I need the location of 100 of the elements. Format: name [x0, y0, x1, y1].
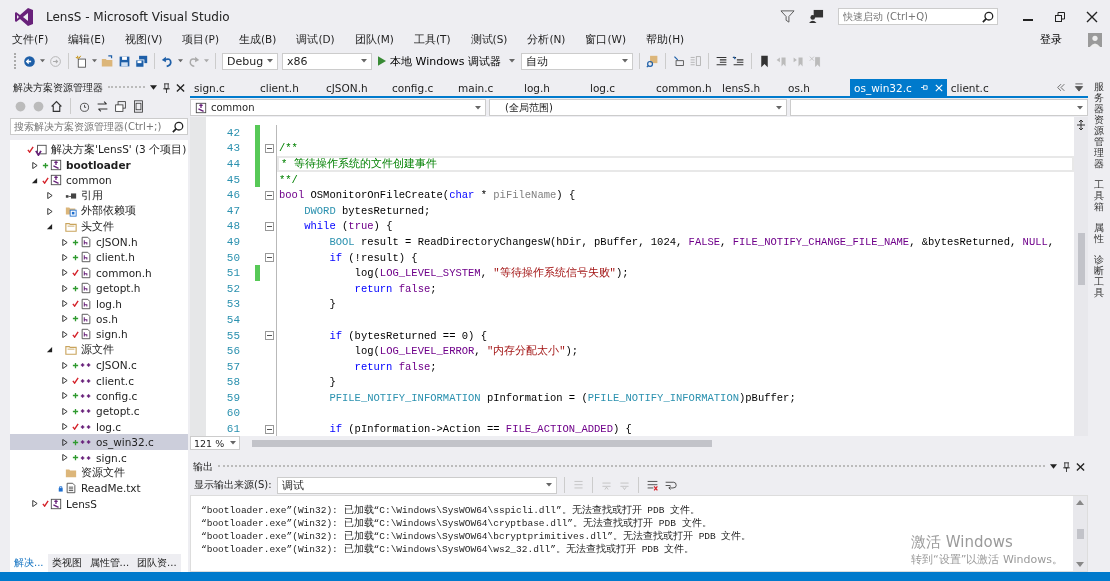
configuration-dropdown[interactable]: Debug	[222, 52, 278, 70]
tree-item[interactable]: LensS	[10, 496, 188, 512]
menu-item[interactable]: 文件(F)	[12, 33, 49, 47]
close-icon[interactable]	[1086, 10, 1098, 23]
menu-item[interactable]: 视图(V)	[125, 33, 163, 47]
clear-all-icon[interactable]	[645, 478, 659, 492]
search-field[interactable]: 搜索解决方案资源管理器(Ctrl+;)	[10, 118, 188, 135]
comment-lines-icon[interactable]	[715, 54, 729, 68]
close-icon[interactable]	[176, 82, 185, 93]
document-tab[interactable]: lensS.h	[718, 79, 784, 96]
undo-icon[interactable]	[161, 54, 174, 68]
tree-item[interactable]: client.h	[10, 249, 188, 266]
tree-item[interactable]: 资源文件	[10, 465, 188, 481]
pin-icon[interactable]	[1062, 461, 1071, 472]
home-icon[interactable]	[50, 99, 63, 113]
show-all-files-icon[interactable]	[132, 99, 145, 113]
document-tab[interactable]: log.c	[586, 79, 652, 96]
document-tab[interactable]: cJSON.h	[322, 79, 388, 96]
scroll-thumb[interactable]	[1076, 528, 1084, 539]
collapse-icon[interactable]	[265, 424, 274, 434]
zoom-dropdown[interactable]: 121 %	[190, 436, 240, 450]
scroll-up-icon[interactable]	[1076, 500, 1084, 505]
tree-item[interactable]: 引用	[10, 188, 188, 204]
menu-item[interactable]: 编辑(E)	[68, 33, 106, 47]
tree-item[interactable]: sign.h	[10, 326, 188, 343]
sync-icon[interactable]	[96, 99, 109, 113]
filter-icon[interactable]	[780, 9, 795, 24]
side-tab[interactable]: 服务器资源管理器	[1094, 81, 1104, 169]
uncomment-lines-icon[interactable]	[732, 54, 746, 68]
quick-launch-field[interactable]: 快速启动 (Ctrl+Q)	[838, 8, 998, 25]
folder-icon[interactable]	[101, 54, 114, 68]
split-icon[interactable]	[1076, 119, 1086, 131]
side-tab[interactable]: 诊断工具	[1094, 254, 1104, 298]
document-tab[interactable]: main.c	[454, 79, 520, 96]
run-mode-dropdown[interactable]: 自动	[521, 52, 634, 70]
collapse-icon[interactable]	[265, 143, 274, 153]
pin-icon[interactable]	[162, 82, 171, 93]
document-tab[interactable]: log.h	[520, 79, 586, 96]
tree-item[interactable]: getopt.h	[10, 280, 188, 296]
start-debugging-button[interactable]: 本地 Windows 调试器	[376, 53, 518, 69]
vertical-scrollbar[interactable]	[1074, 117, 1088, 436]
dropdown-caret-icon[interactable]	[150, 85, 157, 90]
menu-item[interactable]: 分析(N)	[527, 33, 566, 47]
expanded-arrow-icon[interactable]	[46, 346, 53, 354]
document-tab[interactable]: client.c	[946, 79, 1013, 96]
document-tab[interactable]: sign.c	[190, 79, 256, 96]
tree-item[interactable]: os_win32.c	[10, 434, 188, 450]
document-tab[interactable]: client.h	[256, 79, 322, 96]
menu-item[interactable]: 工具(T)	[413, 33, 451, 47]
tree-item[interactable]: getopt.c	[10, 403, 188, 420]
tree-item[interactable]: log.c	[10, 419, 188, 435]
tree-item[interactable]: bootloader	[10, 157, 188, 173]
tree-item[interactable]: 外部依赖项	[10, 203, 188, 219]
tree-item[interactable]: config.c	[10, 388, 188, 404]
scroll-down-icon[interactable]	[1076, 562, 1084, 567]
tree-item[interactable]: 解决方案'LensS' (3 个项目)	[10, 142, 188, 158]
document-tab[interactable]: common.h	[652, 79, 718, 96]
tree-item[interactable]: sign.c	[10, 449, 188, 466]
save-all-icon[interactable]	[135, 54, 148, 68]
menu-item[interactable]: 测试(S)	[470, 33, 508, 47]
menu-item[interactable]: 项目(P)	[182, 33, 219, 47]
expanded-arrow-icon[interactable]	[46, 223, 53, 231]
tab-list-icon[interactable]	[1074, 83, 1084, 92]
scroll-thumb[interactable]	[1077, 233, 1085, 285]
expanded-arrow-icon[interactable]	[31, 176, 38, 184]
output-source-dropdown[interactable]: 调试	[276, 476, 557, 494]
collapse-icon[interactable]	[114, 99, 127, 113]
collapsed-arrow-icon[interactable]	[31, 500, 38, 508]
menu-item[interactable]: 调试(D)	[296, 33, 335, 47]
collapse-icon[interactable]	[265, 331, 274, 340]
dropdown-caret-icon[interactable]	[1050, 464, 1057, 469]
scroll-tabs-icon[interactable]	[1056, 83, 1066, 92]
project-dropdown[interactable]: common	[190, 99, 486, 116]
document-tab[interactable]: os.h	[784, 79, 850, 96]
platform-dropdown[interactable]: x86	[282, 52, 372, 70]
tree-item[interactable]: 头文件	[10, 218, 188, 235]
collapsed-arrow-icon[interactable]	[61, 454, 68, 461]
menu-item[interactable]: 窗口(W)	[585, 33, 627, 47]
tree-item[interactable]: log.h	[10, 295, 188, 312]
restore-icon[interactable]	[1054, 10, 1066, 23]
side-tab[interactable]: 工具箱	[1094, 179, 1104, 212]
collapsed-arrow-icon[interactable]	[31, 161, 38, 169]
menu-item[interactable]: 团队(M)	[354, 33, 394, 47]
scope-dropdown[interactable]: (全局范围)	[489, 99, 787, 116]
tree-item[interactable]: ReadMe.txt	[10, 480, 188, 496]
tree-item[interactable]: common	[10, 172, 188, 189]
find-in-files-icon[interactable]	[646, 54, 660, 68]
sign-in-link[interactable]: 登录	[1034, 32, 1068, 48]
collapse-icon[interactable]	[265, 221, 274, 231]
tree-item[interactable]: os.h	[10, 311, 188, 327]
tree-item[interactable]: common.h	[10, 265, 188, 281]
document-tab[interactable]: config.c	[388, 79, 454, 96]
collapse-icon[interactable]	[265, 190, 274, 200]
tree-item[interactable]: cJSON.h	[10, 234, 188, 250]
menu-item[interactable]: 帮助(H)	[646, 33, 685, 47]
tree-item[interactable]: client.c	[10, 372, 188, 389]
tree-item[interactable]: 源文件	[10, 342, 188, 358]
close-icon[interactable]	[1076, 461, 1085, 472]
panel-tab[interactable]: 类视图	[47, 554, 86, 572]
step-icon[interactable]	[672, 54, 686, 68]
